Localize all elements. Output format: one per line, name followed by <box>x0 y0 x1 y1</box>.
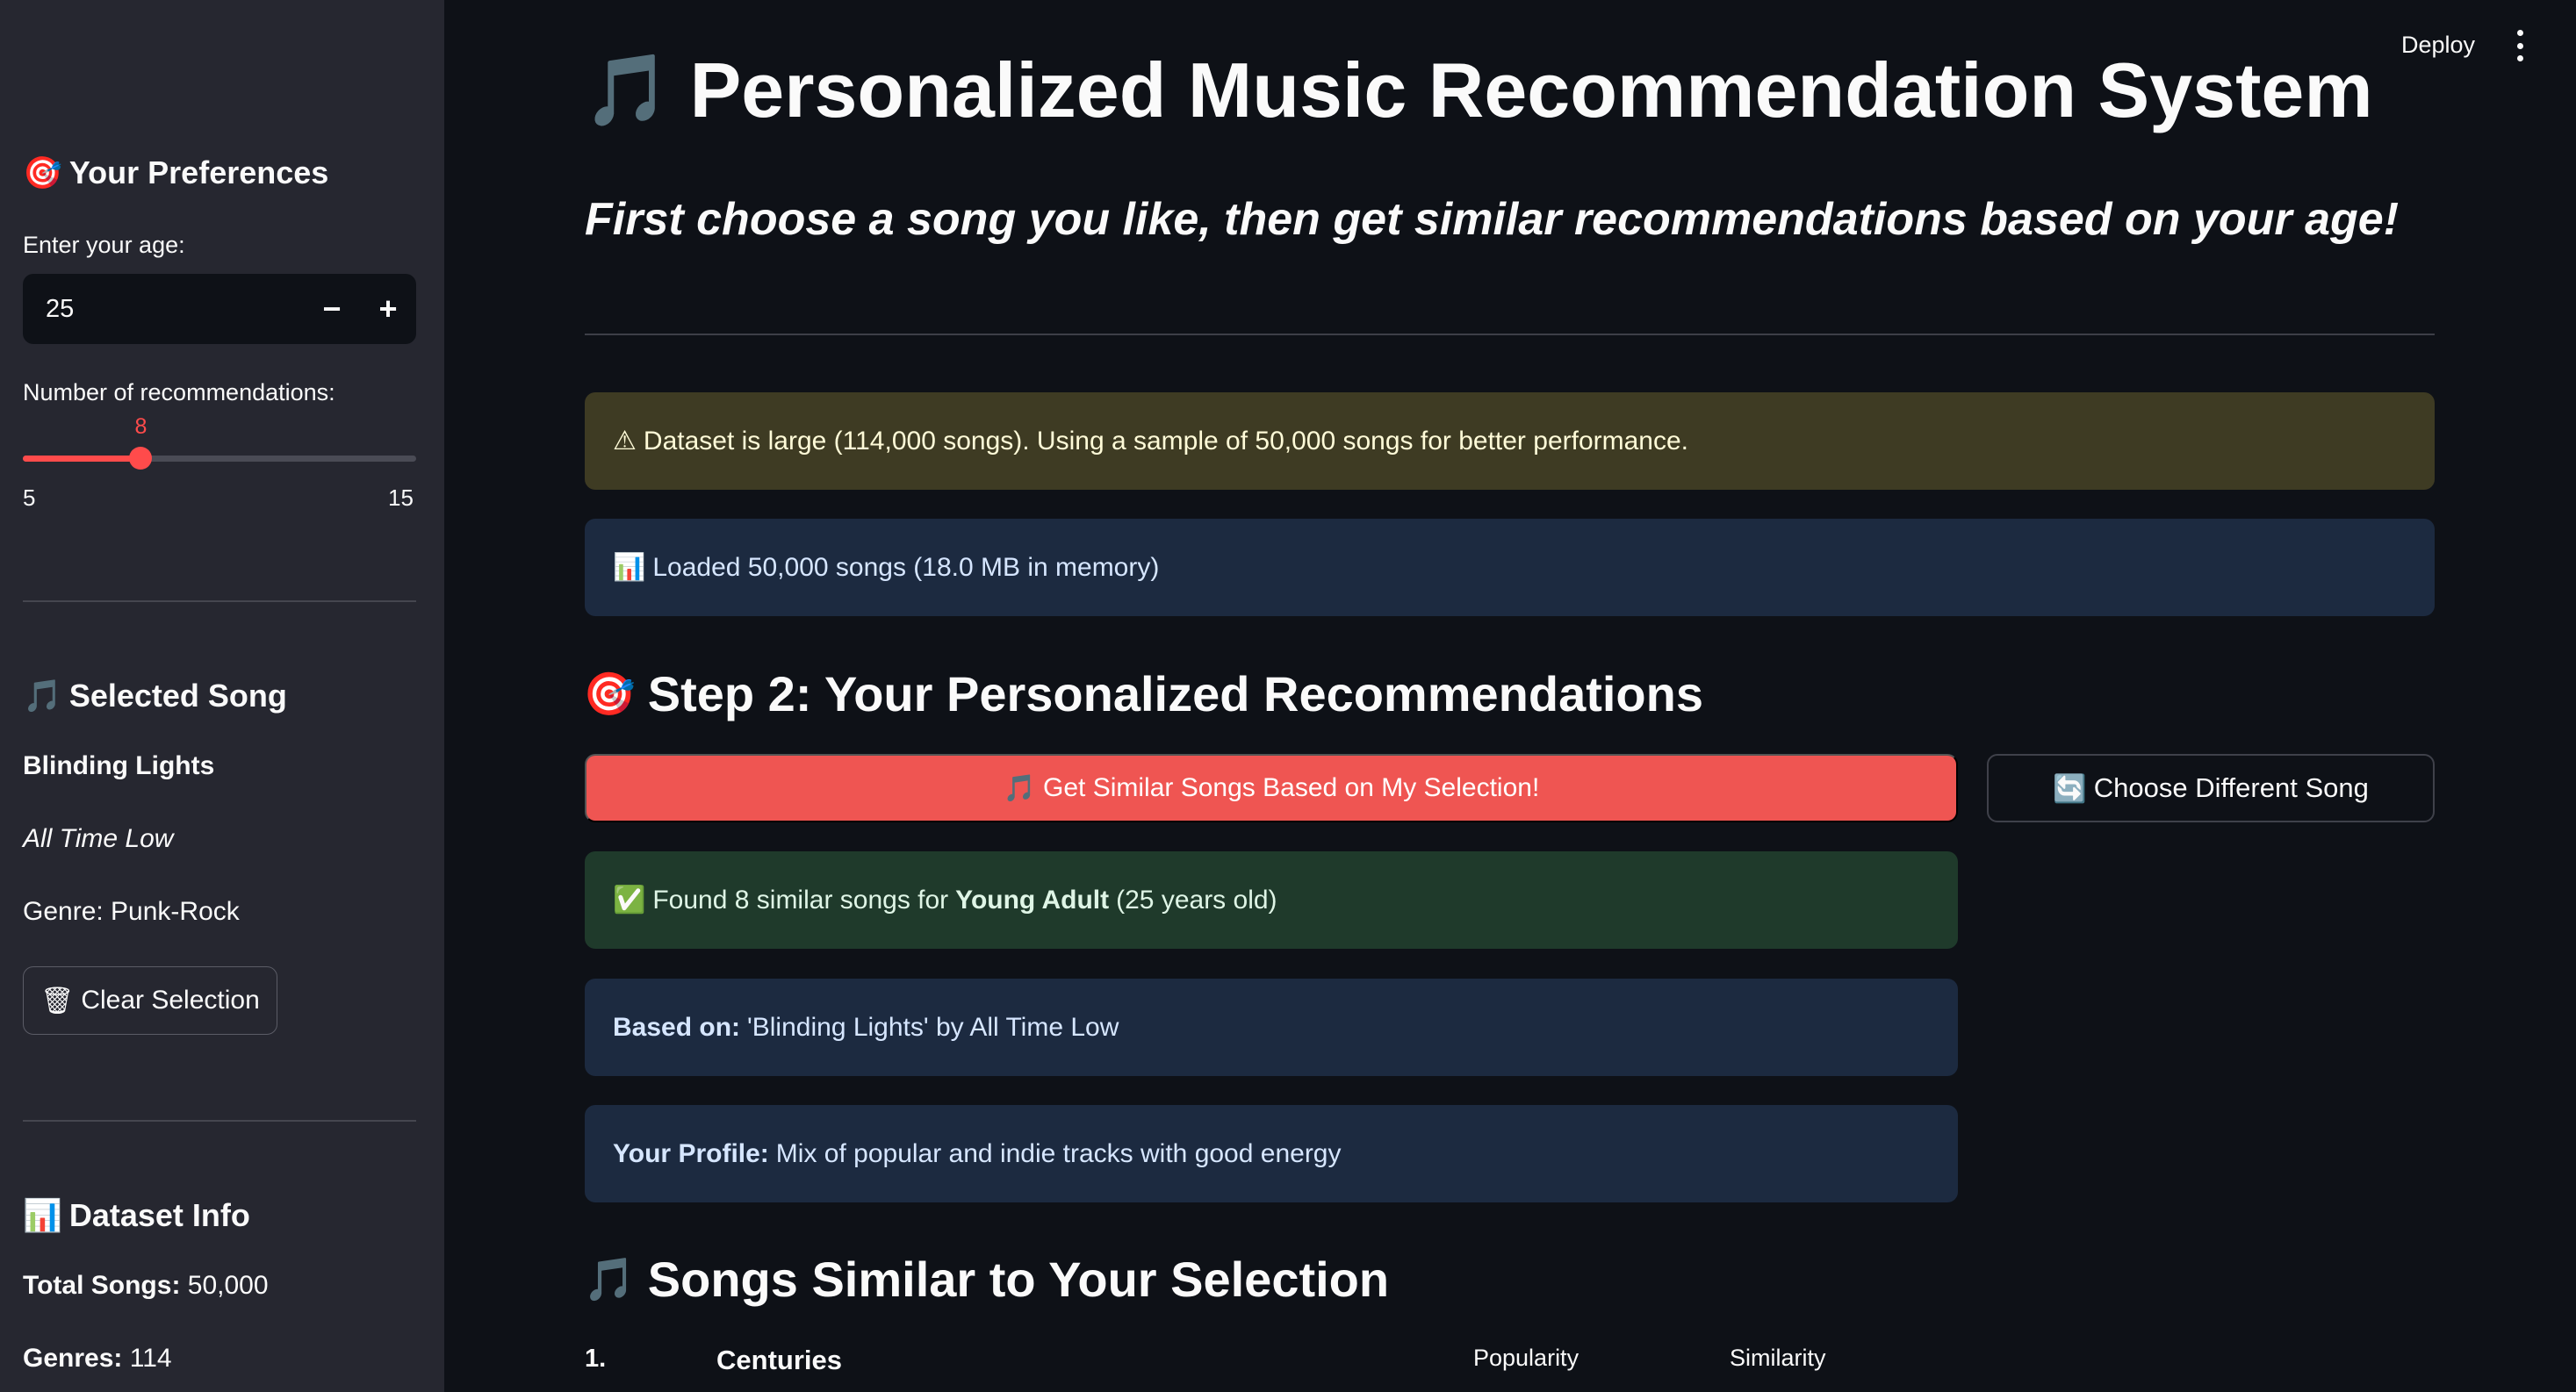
age-value[interactable]: 25 <box>23 295 304 324</box>
music-note-icon: 🎵 <box>583 49 671 131</box>
recs-slider-value: 8 <box>134 414 148 439</box>
result-number: 1. <box>585 1345 607 1373</box>
sidebar-divider <box>23 600 416 602</box>
found-success-alert: ✅ Found 8 similar songs for Young Adult … <box>585 851 1958 949</box>
target-icon: 🎯 <box>23 155 62 191</box>
music-note-icon: 🎵 <box>23 678 62 714</box>
bar-chart-icon: 📊 <box>613 552 646 583</box>
profile-text: Mix of popular and indie tracks with goo… <box>775 1138 1342 1168</box>
genres-label: Genres: <box>23 1344 123 1373</box>
based-on-label: Based on: <box>613 1012 741 1042</box>
result-song-name: Centuries <box>716 1345 842 1375</box>
selected-song-genre: Genre: Punk-Rock <box>23 897 240 926</box>
profile-alert: Your Profile: Mix of popular and indie t… <box>585 1105 1958 1202</box>
warning-alert: ⚠ Dataset is large (114,000 songs). Usin… <box>585 392 2435 490</box>
result-row: 1. Centuries Popularity Similarity <box>585 1345 2435 1380</box>
based-on-text: 'Blinding Lights' by All Time Low <box>747 1012 1119 1042</box>
sidebar-divider <box>23 1120 416 1122</box>
deploy-button[interactable]: Deploy <box>2401 32 2475 59</box>
total-songs-value: 50,000 <box>187 1271 269 1300</box>
main-divider <box>585 334 2435 335</box>
bar-chart-icon: 📊 <box>23 1198 62 1234</box>
page-title: 🎵 Personalized Music Recommendation Syst… <box>583 46 2373 135</box>
age-increment-button[interactable]: + <box>360 274 416 344</box>
dataset-info-header: 📊 Dataset Info <box>23 1197 250 1234</box>
check-icon: ✅ <box>613 885 646 915</box>
choose-different-song-label: Choose Different Song <box>2093 772 2369 803</box>
found-prefix: Found 8 similar songs for <box>652 885 949 915</box>
genres-value: 114 <box>129 1344 172 1373</box>
age-label: Enter your age: <box>23 232 185 258</box>
get-similar-songs-label: Get Similar Songs Based on My Selection! <box>1043 773 1540 802</box>
selected-song-artist: All Time Low <box>23 824 174 853</box>
similar-songs-title: Songs Similar to Your Selection <box>647 1252 1390 1307</box>
profile-label: Your Profile: <box>613 1138 769 1168</box>
music-note-icon: 🎵 <box>1003 772 1037 804</box>
choose-different-song-button[interactable]: 🔄 Choose Different Song <box>1987 754 2435 822</box>
slider-thumb[interactable] <box>129 447 153 470</box>
get-similar-songs-button[interactable]: 🎵 Get Similar Songs Based on My Selectio… <box>585 754 1958 822</box>
preferences-header: 🎯 Your Preferences <box>23 154 328 191</box>
total-songs: Total Songs: 50,000 <box>23 1271 269 1301</box>
recs-slider[interactable] <box>23 447 416 470</box>
selected-song-title: Selected Song <box>68 678 287 714</box>
selected-song-name: Blinding Lights <box>23 751 215 780</box>
age-decrement-button[interactable]: − <box>304 274 360 344</box>
recs-slider-max: 15 <box>388 484 414 511</box>
menu-dot <box>2516 55 2523 61</box>
recs-slider-min: 5 <box>23 484 36 511</box>
trash-icon: 🗑 <box>40 985 75 1016</box>
loaded-text: Loaded 50,000 songs (18.0 MB in memory) <box>652 552 1160 582</box>
clear-selection-label: Clear Selection <box>81 986 260 1015</box>
page-title-text: Personalized Music Recommendation System <box>689 47 2373 133</box>
recs-label: Number of recommendations: <box>23 379 335 405</box>
more-vert-icon[interactable] <box>2509 30 2530 61</box>
found-bold: Young Adult <box>955 885 1110 915</box>
total-songs-label: Total Songs: <box>23 1271 181 1300</box>
dataset-info-title: Dataset Info <box>68 1197 250 1233</box>
target-icon: 🎯 <box>583 670 636 719</box>
warning-icon: ⚠ <box>613 426 637 456</box>
step2-title: Step 2: Your Personalized Recommendation… <box>647 666 1703 721</box>
warning-text: Dataset is large (114,000 songs). Using … <box>643 426 1689 456</box>
age-input[interactable]: 25 − + <box>23 274 416 344</box>
preferences-title: Your Preferences <box>68 154 329 190</box>
found-suffix: (25 years old) <box>1116 885 1277 915</box>
selected-song-header: 🎵 Selected Song <box>23 678 287 714</box>
sidebar: 🎯 Your Preferences Enter your age: 25 − … <box>0 0 444 1392</box>
app-root: 🎯 Your Preferences Enter your age: 25 − … <box>0 0 2576 1392</box>
loaded-info-alert: 📊 Loaded 50,000 songs (18.0 MB in memory… <box>585 519 2435 616</box>
genres-count: Genres: 114 <box>23 1344 172 1374</box>
result-similarity-label: Similarity <box>1730 1345 1826 1371</box>
refresh-icon: 🔄 <box>2053 772 2087 805</box>
page-subtitle: First choose a song you like, then get s… <box>585 194 2400 245</box>
similar-songs-heading: 🎵 Songs Similar to Your Selection <box>583 1251 1389 1308</box>
slider-fill <box>23 456 141 462</box>
menu-dot <box>2516 42 2523 49</box>
based-on-alert: Based on: 'Blinding Lights' by All Time … <box>585 979 1958 1076</box>
result-popularity-label: Popularity <box>1473 1345 1579 1371</box>
step2-heading: 🎯 Step 2: Your Personalized Recommendati… <box>583 665 1703 722</box>
clear-selection-button[interactable]: 🗑 Clear Selection <box>23 966 277 1035</box>
music-note-icon: 🎵 <box>583 1255 636 1304</box>
menu-dot <box>2516 30 2523 36</box>
